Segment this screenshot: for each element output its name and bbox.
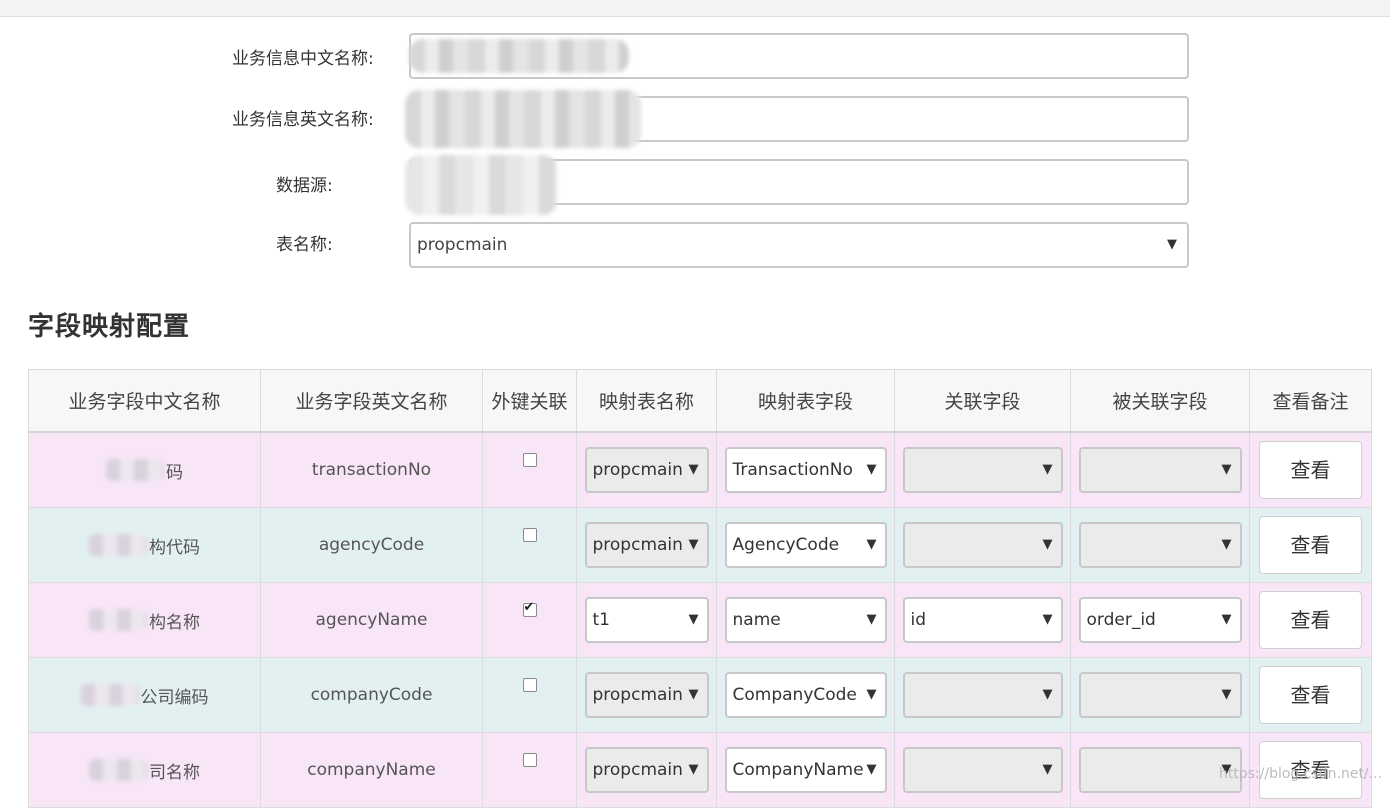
chevron-down-icon: ▼ [1221, 687, 1232, 702]
link-field-select[interactable]: ▼ [902, 672, 1063, 718]
linked-field-select[interactable]: ▼ [1078, 672, 1242, 718]
fk-cell [482, 732, 577, 808]
fk-checkbox[interactable] [522, 753, 537, 767]
table-name-select[interactable]: propcmain ▼ [409, 222, 1189, 268]
map-table-select[interactable]: t1 ▼ [584, 597, 709, 643]
cn-name-cell: 司名称 [28, 732, 261, 808]
cn-name-cell: 公司编码 [28, 657, 261, 733]
table-row: 构名称 agencyName t1▼ name▼ id▼ order_id▼ 查… [28, 582, 1372, 658]
col-header-link-field: 关联字段 [894, 369, 1071, 433]
redacted-value [89, 759, 147, 781]
map-table-select[interactable]: propcmain ▼ [584, 447, 709, 493]
map-field-select[interactable]: name ▼ [724, 597, 887, 643]
en-name-cell: agencyCode [260, 507, 483, 583]
col-header-fk: 外键关联 [482, 369, 577, 433]
redacted-value [405, 155, 557, 215]
redacted-value [106, 459, 164, 481]
section-title: 字段映射配置 [28, 312, 191, 342]
link-field-select[interactable]: id ▼ [902, 597, 1063, 643]
table-name-value: propcmain [417, 235, 508, 255]
en-name-label: 业务信息英文名称: [232, 110, 374, 130]
chevron-down-icon: ▼ [1042, 762, 1053, 777]
fk-cell [482, 431, 577, 508]
chevron-down-icon: ▼ [1042, 462, 1053, 477]
chevron-down-icon: ▼ [688, 462, 699, 477]
map-field-select[interactable]: CompanyCode ▼ [724, 672, 887, 718]
chevron-down-icon: ▼ [1042, 687, 1053, 702]
map-table-select[interactable]: propcmain ▼ [584, 522, 709, 568]
en-name-cell: agencyName [260, 582, 483, 658]
top-bar [0, 0, 1390, 17]
chevron-down-icon: ▼ [866, 687, 877, 702]
fk-cell [482, 657, 577, 733]
chevron-down-icon: ▼ [1221, 612, 1232, 627]
table-row: 公司编码 companyCode propcmain ▼ CompanyCode ▼… [28, 657, 1372, 733]
map-field-select[interactable]: AgencyCode ▼ [724, 522, 887, 568]
en-name-cell: companyCode [260, 657, 483, 733]
redacted-value [405, 90, 641, 148]
map-table-select[interactable]: propcmain ▼ [584, 747, 709, 793]
cn-name-cell: 码 [28, 431, 261, 508]
redacted-value [89, 534, 147, 556]
table-name-label: 表名称: [276, 235, 333, 255]
redacted-value [89, 609, 147, 631]
link-field-select[interactable]: ▼ [902, 747, 1063, 793]
cn-name-input[interactable] [409, 33, 1189, 79]
chevron-down-icon: ▼ [1221, 537, 1232, 552]
en-name-cell: transactionNo [260, 431, 483, 508]
table-row: 码 transactionNo propcmain ▼ TransactionNo… [28, 431, 1372, 508]
cn-name-cell: 构代码 [28, 507, 261, 583]
link-field-select[interactable]: ▼ [902, 522, 1063, 568]
datasource-input[interactable] [405, 155, 1189, 215]
view-note-button[interactable]: 查看 [1259, 441, 1362, 499]
chevron-down-icon: ▼ [1042, 537, 1053, 552]
cn-name-label: 业务信息中文名称: [232, 49, 374, 69]
redacted-value [409, 39, 629, 73]
chevron-down-icon: ▼ [1167, 237, 1177, 252]
en-name-input[interactable] [405, 90, 1189, 148]
fk-checkbox[interactable] [522, 600, 537, 617]
chevron-down-icon: ▼ [688, 537, 699, 552]
fk-checkbox[interactable] [522, 678, 537, 692]
view-note-button[interactable]: 查看 [1259, 591, 1362, 649]
chevron-down-icon: ▼ [1221, 462, 1232, 477]
col-header-linked-field: 被关联字段 [1070, 369, 1250, 433]
linked-field-select[interactable]: order_id ▼ [1078, 597, 1242, 643]
view-note-button[interactable]: 查看 [1259, 666, 1362, 724]
chevron-down-icon: ▼ [688, 687, 699, 702]
chevron-down-icon: ▼ [866, 462, 877, 477]
map-field-select[interactable]: CompanyName ▼ [724, 747, 887, 793]
fk-cell [482, 507, 577, 583]
fk-checkbox[interactable] [522, 528, 537, 542]
col-header-map-table: 映射表名称 [576, 369, 717, 433]
map-table-select[interactable]: propcmain ▼ [584, 672, 709, 718]
en-name-cell: companyName [260, 732, 483, 808]
redacted-value [80, 684, 139, 706]
map-field-select[interactable]: TransactionNo ▼ [724, 447, 887, 493]
col-header-map-field: 映射表字段 [716, 369, 895, 433]
view-note-button[interactable]: 查看 [1259, 516, 1362, 574]
link-field-select[interactable]: ▼ [902, 447, 1063, 493]
fk-cell [482, 582, 577, 658]
field-mapping-table: 业务字段中文名称 业务字段英文名称 外键关联 映射表名称 映射表字段 关联字段 … [28, 369, 1372, 808]
linked-field-select[interactable]: ▼ [1078, 447, 1242, 493]
chevron-down-icon: ▼ [866, 612, 877, 627]
linked-field-select[interactable]: ▼ [1078, 522, 1242, 568]
watermark: https://blog.csdn.net/... [1218, 766, 1382, 782]
chevron-down-icon: ▼ [688, 612, 699, 627]
datasource-label: 数据源: [276, 176, 333, 196]
fk-checkbox[interactable] [522, 453, 537, 467]
linked-field-select[interactable]: ▼ [1078, 747, 1242, 793]
table-header-row: 业务字段中文名称 业务字段英文名称 外键关联 映射表名称 映射表字段 关联字段 … [28, 369, 1372, 433]
chevron-down-icon: ▼ [866, 537, 877, 552]
chevron-down-icon: ▼ [688, 762, 699, 777]
col-header-view-note: 查看备注 [1249, 369, 1372, 433]
col-header-cn-name: 业务字段中文名称 [28, 369, 261, 433]
chevron-down-icon: ▼ [866, 762, 877, 777]
table-row: 司名称 companyName propcmain ▼ CompanyName ▼ … [28, 732, 1372, 808]
table-row: 构代码 agencyCode propcmain ▼ AgencyCode ▼ ▼ … [28, 507, 1372, 583]
cn-name-cell: 构名称 [28, 582, 261, 658]
chevron-down-icon: ▼ [1042, 612, 1053, 627]
col-header-en-name: 业务字段英文名称 [260, 369, 483, 433]
